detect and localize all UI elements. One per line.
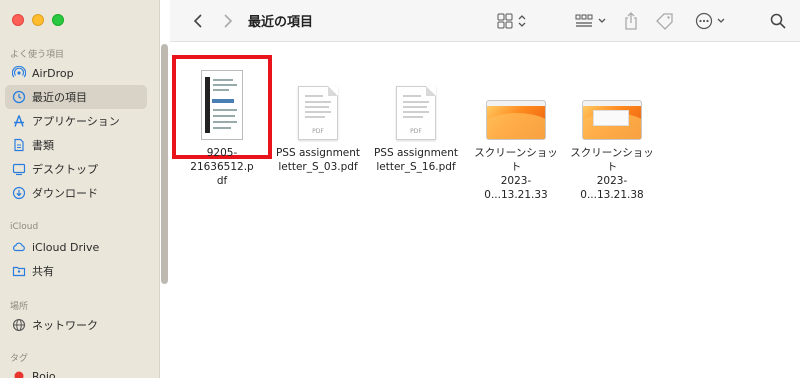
sidebar-item-label: ネットワーク xyxy=(32,319,98,332)
shared-folder-icon xyxy=(12,264,26,278)
clock-icon xyxy=(12,90,26,104)
desktop-icon xyxy=(12,162,26,176)
sidebar-item-label: 共有 xyxy=(32,265,54,278)
file-item-screenshot-1[interactable]: スクリーンショット 2023-0...13.21.33 xyxy=(470,62,562,202)
sidebar-item-label: Rojo xyxy=(32,369,56,378)
view-mode-button[interactable] xyxy=(496,9,530,33)
sidebar-item-network[interactable]: ネットワーク xyxy=(5,313,147,337)
file-thumbnail: PDF xyxy=(272,62,364,140)
sidebar-item-tag-rojo[interactable]: Rojo xyxy=(5,364,147,378)
red-tag-dot-icon xyxy=(12,369,26,378)
zoom-window-button[interactable] xyxy=(52,14,64,26)
cloud-icon xyxy=(12,240,26,254)
file-thumbnail: PDF xyxy=(370,62,462,140)
sidebar-item-applications[interactable]: アプリケーション xyxy=(5,109,147,133)
sidebar-item-label: ダウンロード xyxy=(32,187,98,200)
pdf-thumbnail-icon: PDF xyxy=(298,86,338,140)
file-name: スクリーンショット 2023-0...13.21.38 xyxy=(570,147,654,201)
more-actions-button[interactable] xyxy=(694,9,730,33)
locations-header: 場所 xyxy=(10,302,29,312)
file-thumbnail xyxy=(566,62,658,140)
group-icon xyxy=(575,14,606,27)
applications-icon xyxy=(12,114,26,128)
airdrop-icon xyxy=(12,66,26,80)
file-thumbnail xyxy=(176,62,268,140)
window-controls xyxy=(12,14,64,26)
back-icon xyxy=(193,14,202,28)
file-item-pss-letter-s03[interactable]: PDF PSS assignment letter_S_03.pdf xyxy=(272,62,364,174)
file-name: スクリーンショット 2023-0...13.21.33 xyxy=(474,147,558,201)
tag-icon xyxy=(656,13,673,30)
sidebar-item-documents[interactable]: 書類 xyxy=(5,133,147,157)
sidebar-item-recents[interactable]: 最近の項目 xyxy=(5,85,147,109)
file-item-pss-letter-s16[interactable]: PDF PSS assignment letter_S_16.pdf xyxy=(370,62,462,174)
sidebar-item-label: 書類 xyxy=(32,139,54,152)
sidebar-item-desktop[interactable]: デスクトップ xyxy=(5,157,147,181)
sidebar-item-airdrop[interactable]: AirDrop xyxy=(5,61,147,85)
sidebar-item-label: アプリケーション xyxy=(32,115,120,128)
sidebar-item-label: 最近の項目 xyxy=(32,91,87,104)
share-button[interactable] xyxy=(622,9,640,33)
sidebar-item-downloads[interactable]: ダウンロード xyxy=(5,181,147,205)
file-browser-content: 9205-21636512.p df PDF PSS assignment le… xyxy=(170,42,800,378)
group-button[interactable] xyxy=(574,9,610,33)
more-icon xyxy=(695,12,725,30)
network-icon xyxy=(12,318,26,332)
file-name: PSS assignment letter_S_16.pdf xyxy=(373,147,459,173)
sidebar-scrollbar[interactable] xyxy=(161,44,168,284)
screenshot-thumbnail-icon xyxy=(486,100,546,140)
back-button[interactable] xyxy=(188,9,208,33)
search-button[interactable] xyxy=(768,9,788,33)
pdf-thumbnail-icon: PDF xyxy=(396,86,436,140)
file-name: 9205-21636512.p df xyxy=(190,147,254,187)
file-thumbnail xyxy=(470,62,562,140)
minimize-window-button[interactable] xyxy=(32,14,44,26)
window-title: 最近の項目 xyxy=(248,15,314,30)
sidebar-item-label: AirDrop xyxy=(32,66,74,80)
icloud-header: iCloud xyxy=(10,222,39,232)
sidebar: よく使う項目 AirDrop 最近の項目 アプリケーション 書類 デスクトップ xyxy=(0,0,160,378)
search-icon xyxy=(770,13,786,29)
download-icon xyxy=(12,186,26,200)
tag-button[interactable] xyxy=(654,9,676,33)
file-item-screenshot-2[interactable]: スクリーンショット 2023-0...13.21.38 xyxy=(566,62,658,202)
sidebar-item-shared[interactable]: 共有 xyxy=(5,259,147,283)
close-window-button[interactable] xyxy=(12,14,24,26)
share-icon xyxy=(625,12,637,30)
document-icon xyxy=(12,138,26,152)
forward-icon xyxy=(224,14,233,28)
file-item-9205-pdf[interactable]: 9205-21636512.p df xyxy=(176,62,268,188)
toolbar: 最近の項目 xyxy=(170,0,800,42)
sidebar-item-icloud-drive[interactable]: iCloud Drive xyxy=(5,235,147,259)
sidebar-item-label: iCloud Drive xyxy=(32,240,100,254)
file-name: PSS assignment letter_S_03.pdf xyxy=(275,147,361,173)
favorites-header: よく使う項目 xyxy=(10,50,65,60)
grid-view-icon xyxy=(497,13,526,29)
tags-header: タグ xyxy=(10,354,29,364)
pdf-thumbnail-icon xyxy=(201,70,243,140)
screenshot-thumbnail-icon xyxy=(582,100,642,140)
sidebar-item-label: デスクトップ xyxy=(32,163,98,176)
forward-button[interactable] xyxy=(218,9,238,33)
